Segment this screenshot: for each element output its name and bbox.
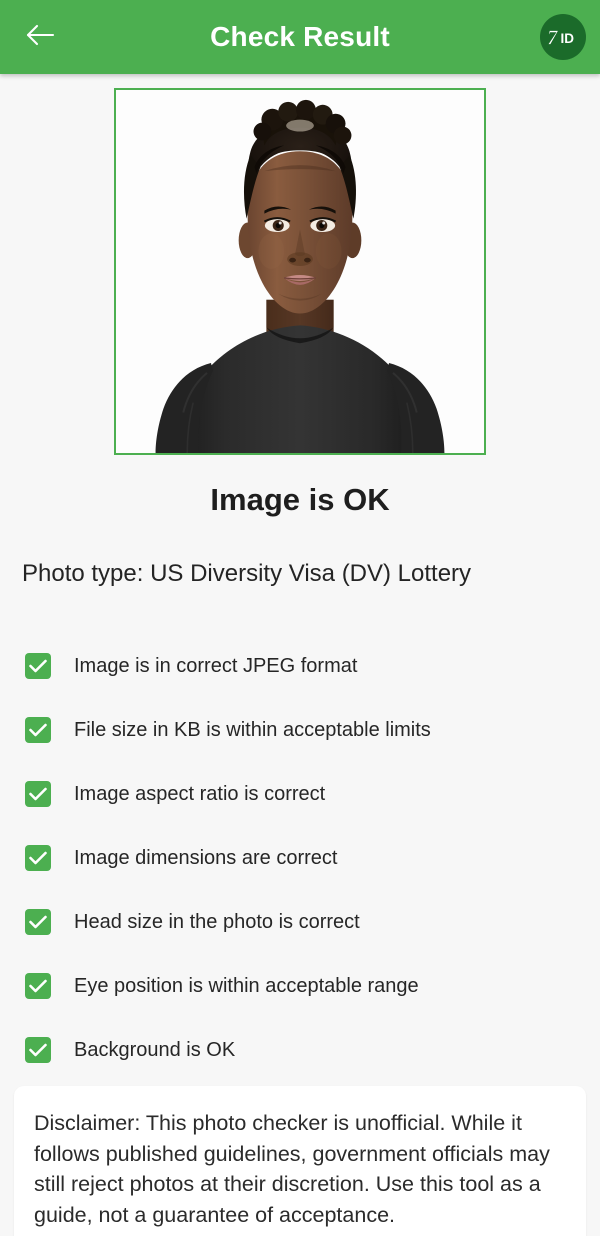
check-label: Background is OK [74,1039,236,1061]
disclaimer-text: Disclaimer: This photo checker is unoffi… [34,1111,550,1227]
validation-checklist: Image is in correct JPEG format File siz… [0,634,600,1082]
checkmark-icon [25,717,51,743]
check-row: Background is OK [0,1018,600,1082]
sevenid-logo-icon: 7 ID [546,26,580,48]
app-header: Check Result 7 ID [0,0,600,74]
check-label: Image dimensions are correct [74,847,338,869]
check-label: Image aspect ratio is correct [74,783,326,805]
check-label: Eye position is within acceptable range [74,975,419,997]
checkmark-icon [25,653,51,679]
check-row: Image dimensions are correct [0,826,600,890]
check-label: File size in KB is within acceptable lim… [74,719,431,741]
passport-photo [116,90,484,453]
result-verdict: Image is OK [210,482,390,517]
back-arrow-icon [25,23,55,52]
page-title: Check Result [210,21,390,52]
svg-text:7: 7 [547,26,559,48]
checkmark-icon [25,845,51,871]
photo-type-label: Photo type: US Diversity Visa (DV) Lotte… [22,560,472,587]
check-label: Head size in the photo is correct [74,911,360,933]
disclaimer-card: Disclaimer: This photo checker is unoffi… [14,1086,586,1236]
photo-preview-frame[interactable] [114,88,486,455]
check-row: Eye position is within acceptable range [0,954,600,1018]
check-label: Image is in correct JPEG format [74,655,358,677]
check-row: File size in KB is within acceptable lim… [0,698,600,762]
checkmark-icon [25,909,51,935]
check-row: Image is in correct JPEG format [0,634,600,698]
app-logo-badge[interactable]: 7 ID [540,14,586,60]
check-row: Head size in the photo is correct [0,890,600,954]
back-button[interactable] [18,15,62,59]
checkmark-icon [25,973,51,999]
check-row: Image aspect ratio is correct [0,762,600,826]
checkmark-icon [25,1037,51,1063]
svg-text:ID: ID [561,31,575,46]
checkmark-icon [25,781,51,807]
